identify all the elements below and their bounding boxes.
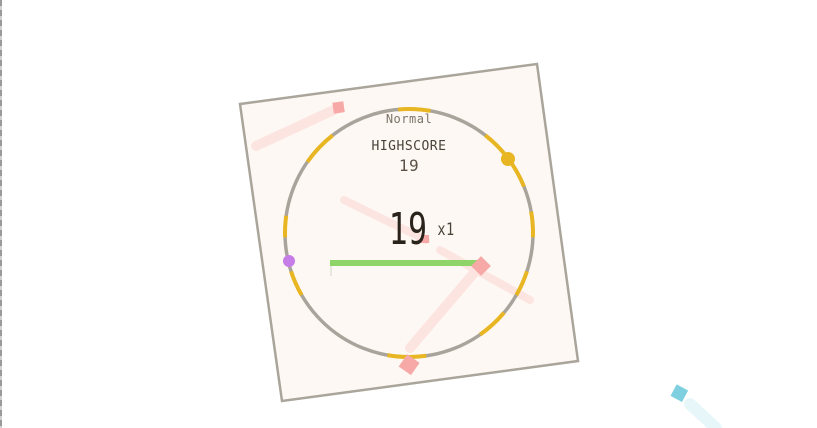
ring-segment	[283, 215, 289, 238]
timer-bar	[330, 260, 485, 266]
player-dot-icon[interactable]	[283, 255, 295, 267]
game-mode-label: Normal	[385, 112, 433, 126]
highscore-label: HIGHSCORE	[371, 139, 447, 154]
score-value: 19	[388, 204, 428, 255]
ring-segment	[529, 211, 535, 238]
highscore-value: 19	[398, 156, 420, 175]
multiplier-value: x1	[437, 220, 455, 240]
ring-segment	[398, 107, 431, 113]
game-stage[interactable]: Normal HIGHSCORE 19 19 x1	[0, 0, 817, 428]
enemy-trail	[684, 398, 722, 428]
enemy-square	[332, 101, 345, 114]
enemy-square-cyan	[670, 384, 689, 402]
target-dot-icon	[501, 152, 515, 166]
